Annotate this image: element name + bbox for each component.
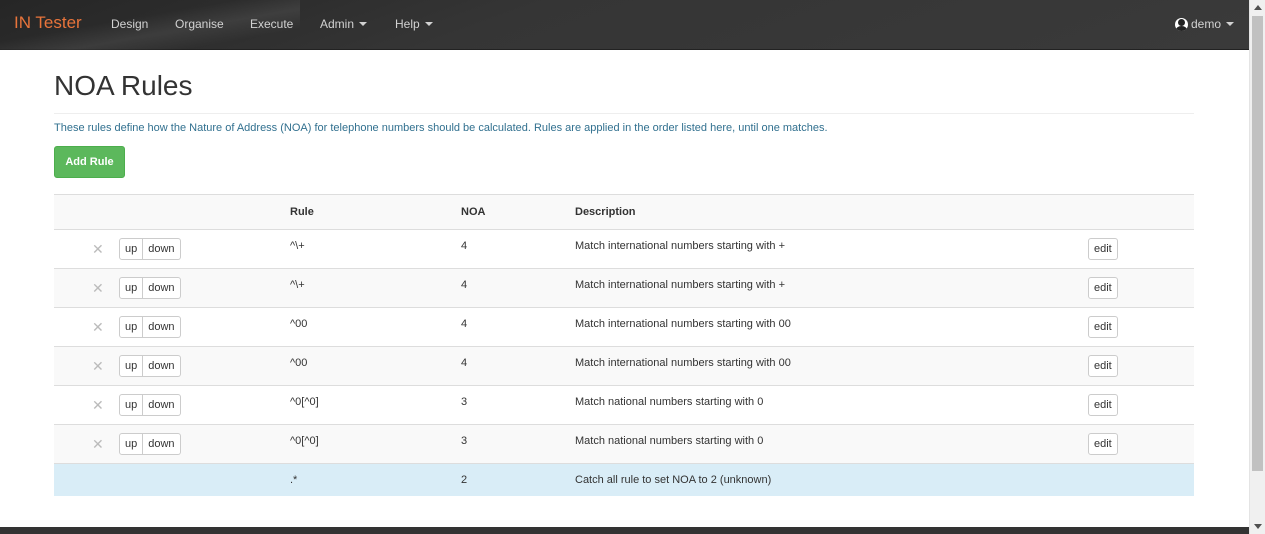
description-cell: Match international numbers starting wit…	[575, 240, 786, 252]
delete-rule-icon[interactable]: ✕	[92, 347, 104, 385]
rule-cell: ^0[^0]	[290, 396, 319, 408]
reorder-button-group: up down	[119, 394, 181, 416]
description-cell: Catch all rule to set NOA to 2 (unknown)	[575, 474, 772, 486]
nav-admin-label: Admin	[320, 17, 355, 31]
footer-bar	[0, 527, 1249, 534]
reorder-button-group: up down	[119, 433, 181, 455]
nav-execute-label: Execute	[250, 17, 294, 31]
catch-all-row: .* 2 Catch all rule to set NOA to 2 (unk…	[54, 463, 1194, 496]
table-header-row: Rule NOA Description	[54, 194, 1194, 229]
header-noa: NOA	[461, 206, 486, 218]
noa-cell: 4	[461, 357, 468, 369]
move-up-button[interactable]: up	[119, 394, 144, 416]
move-up-button[interactable]: up	[119, 355, 144, 377]
nav-design-label: Design	[111, 17, 149, 31]
delete-rule-icon[interactable]: ✕	[92, 386, 104, 424]
delete-rule-icon[interactable]: ✕	[92, 425, 104, 463]
edit-rule-button[interactable]: edit	[1088, 316, 1118, 338]
table-row: ✕ up down ^00 4 Match international numb…	[54, 346, 1194, 385]
noa-cell: 3	[461, 396, 468, 408]
edit-rule-button[interactable]: edit	[1088, 355, 1118, 377]
scroll-thumb[interactable]	[1252, 16, 1263, 471]
table-row: ✕ up down ^0[^0] 3 Match national number…	[54, 424, 1194, 463]
noa-cell: 4	[461, 240, 468, 252]
top-navbar: IN Tester Design Organise Execute Admin …	[0, 0, 1249, 50]
nav-organise-label: Organise	[175, 17, 224, 31]
brand-link[interactable]: IN Tester	[14, 13, 82, 33]
vertical-scrollbar[interactable]	[1249, 0, 1265, 534]
scroll-down-arrow-icon[interactable]	[1254, 524, 1262, 529]
noa-cell: 3	[461, 435, 468, 447]
noa-cell: 4	[461, 318, 468, 330]
reorder-button-group: up down	[119, 316, 181, 338]
noa-rules-table: Rule NOA Description ✕ up down ^\+ 4 Mat…	[54, 194, 1194, 496]
move-down-button[interactable]: down	[143, 277, 181, 299]
nav-execute[interactable]: Execute	[250, 17, 293, 31]
move-up-button[interactable]: up	[119, 277, 144, 299]
user-name: demo	[1191, 17, 1222, 31]
move-down-button[interactable]: down	[143, 238, 181, 260]
description-cell: Match national numbers starting with 0	[575, 435, 764, 447]
noa-cell: 4	[461, 279, 468, 291]
rule-cell: ^0[^0]	[290, 435, 319, 447]
caret-down-icon	[424, 22, 433, 26]
edit-rule-button[interactable]: edit	[1088, 394, 1118, 416]
move-down-button[interactable]: down	[143, 433, 181, 455]
reorder-button-group: up down	[119, 355, 181, 377]
page-title: NOA Rules	[54, 70, 193, 101]
edit-rule-button[interactable]: edit	[1088, 433, 1118, 455]
nav-admin-dropdown[interactable]: Admin	[320, 17, 368, 31]
move-down-button[interactable]: down	[143, 394, 181, 416]
move-down-button[interactable]: down	[143, 316, 181, 338]
rule-cell: ^\+	[290, 279, 305, 291]
rule-cell: .*	[290, 474, 298, 486]
table-row: ✕ up down ^00 4 Match international numb…	[54, 307, 1194, 346]
nav-help-label: Help	[395, 17, 420, 31]
move-up-button[interactable]: up	[119, 433, 144, 455]
rule-cell: ^00	[290, 318, 308, 330]
noa-cell: 2	[461, 474, 468, 486]
description-cell: Match national numbers starting with 0	[575, 396, 764, 408]
delete-rule-icon[interactable]: ✕	[92, 269, 104, 307]
nav-design[interactable]: Design	[111, 17, 148, 31]
move-up-button[interactable]: up	[119, 238, 144, 260]
table-row: ✕ up down ^\+ 4 Match international numb…	[54, 268, 1194, 307]
edit-rule-button[interactable]: edit	[1088, 277, 1118, 299]
description-cell: Match international numbers starting wit…	[575, 318, 791, 330]
description-cell: Match international numbers starting wit…	[575, 279, 786, 291]
user-menu-dropdown[interactable]: demo	[1175, 17, 1235, 31]
user-avatar-icon	[1175, 17, 1188, 31]
header-description: Description	[575, 206, 636, 218]
delete-rule-icon[interactable]: ✕	[92, 308, 104, 346]
reorder-button-group: up down	[119, 238, 181, 260]
intro-text: These rules define how the Nature of Add…	[54, 122, 828, 134]
rule-cell: ^00	[290, 357, 308, 369]
description-cell: Match international numbers starting wit…	[575, 357, 791, 369]
title-divider	[54, 113, 1194, 114]
caret-down-icon	[359, 22, 368, 26]
header-rule: Rule	[290, 206, 314, 218]
rule-cell: ^\+	[290, 240, 305, 252]
table-row: ✕ up down ^0[^0] 3 Match national number…	[54, 385, 1194, 424]
add-rule-button[interactable]: Add Rule	[54, 146, 125, 178]
scroll-up-arrow-icon[interactable]	[1254, 5, 1262, 10]
reorder-button-group: up down	[119, 277, 181, 299]
move-down-button[interactable]: down	[143, 355, 181, 377]
nav-organise[interactable]: Organise	[175, 17, 224, 31]
caret-down-icon	[1226, 22, 1235, 26]
nav-help-dropdown[interactable]: Help	[395, 17, 433, 31]
delete-rule-icon[interactable]: ✕	[92, 230, 104, 268]
edit-rule-button[interactable]: edit	[1088, 238, 1118, 260]
table-row: ✕ up down ^\+ 4 Match international numb…	[54, 229, 1194, 268]
move-up-button[interactable]: up	[119, 316, 144, 338]
